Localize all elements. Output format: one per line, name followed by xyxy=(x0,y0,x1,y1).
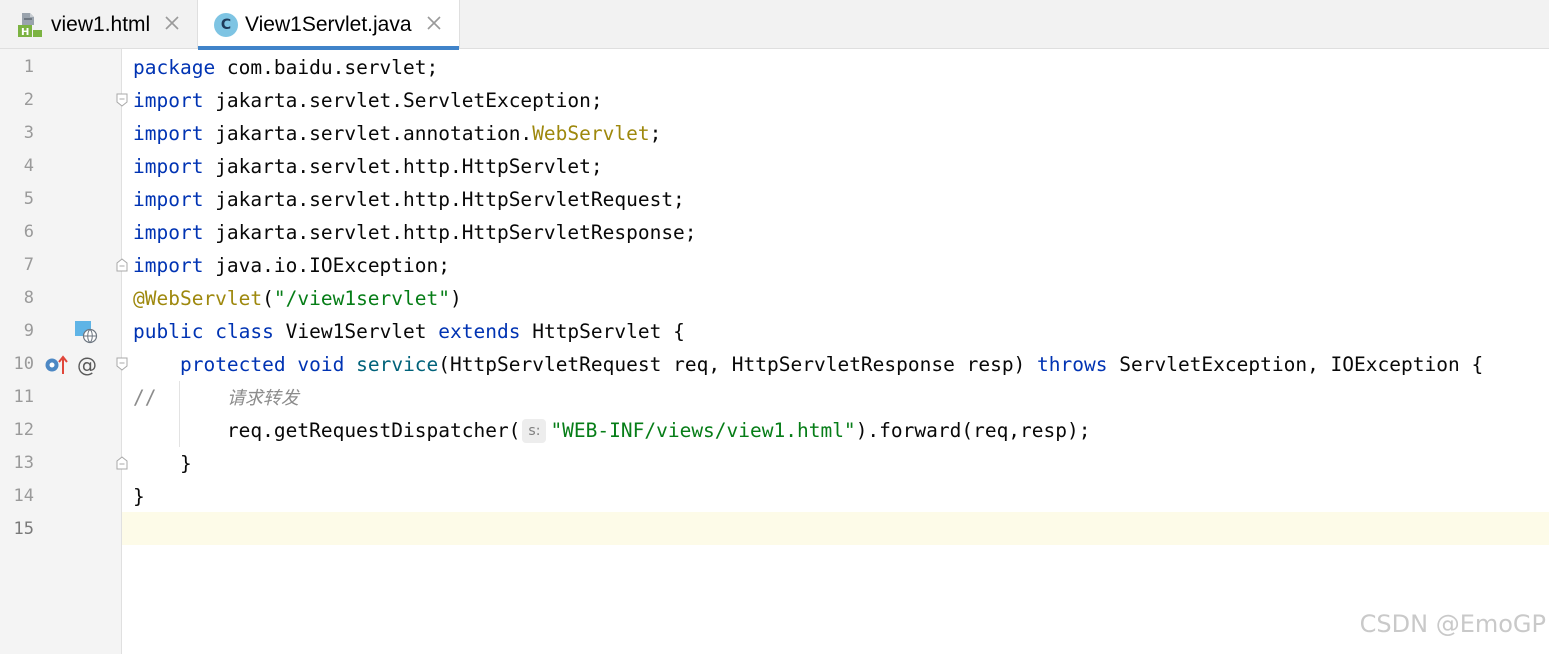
at-annotation-icon[interactable]: @ xyxy=(76,353,98,377)
code-line-3[interactable]: import jakarta.servlet.annotation.WebSer… xyxy=(133,117,661,150)
code-line-4[interactable]: import jakarta.servlet.http.HttpServlet; xyxy=(133,150,603,183)
code-line-6[interactable]: import jakarta.servlet.http.HttpServletR… xyxy=(133,216,697,249)
code-line-5[interactable]: import jakarta.servlet.http.HttpServletR… xyxy=(133,183,685,216)
editor-tab-bar: H view1.html C View1Servlet.java xyxy=(0,0,1549,50)
line-number: 13 xyxy=(13,453,34,473)
current-line-highlight xyxy=(122,512,1549,545)
code-line-10[interactable]: protected void service(HttpServletReques… xyxy=(133,348,1483,381)
html-file-icon: H xyxy=(16,11,44,39)
line-number: 7 xyxy=(23,255,34,275)
servlet-web-icon[interactable] xyxy=(74,320,98,344)
tab-label: View1Servlet.java xyxy=(245,12,412,36)
code-line-7[interactable]: import java.io.IOException; xyxy=(133,249,450,282)
override-method-icon[interactable] xyxy=(44,353,70,377)
code-line-9[interactable]: public class View1Servlet extends HttpSe… xyxy=(133,315,685,348)
line-number: 14 xyxy=(13,486,34,506)
code-line-11[interactable]: // 请求转发 xyxy=(133,381,299,414)
line-number: 6 xyxy=(23,222,34,242)
line-number-current: 15 xyxy=(13,519,34,539)
svg-text:H: H xyxy=(21,27,29,38)
code-line-14[interactable]: } xyxy=(133,480,145,513)
line-number: 1 xyxy=(23,57,34,77)
java-class-icon: C xyxy=(214,12,238,37)
editor-gutter[interactable]: 1 2 3 4 5 6 7 8 9 10 11 12 13 14 15 @ xyxy=(0,49,128,654)
line-number: 5 xyxy=(23,189,34,209)
line-number: 4 xyxy=(23,156,34,176)
code-editor[interactable]: package com.baidu.servlet; import jakart… xyxy=(122,49,1549,654)
tab-label: view1.html xyxy=(51,12,151,36)
close-icon[interactable] xyxy=(163,14,181,32)
code-line-8[interactable]: @WebServlet("/view1servlet") xyxy=(133,282,462,315)
code-line-2[interactable]: import jakarta.servlet.ServletException; xyxy=(133,84,603,117)
line-number: 2 xyxy=(23,90,34,110)
close-icon[interactable] xyxy=(425,14,443,32)
line-number: 11 xyxy=(13,387,34,407)
line-number: 10 xyxy=(13,354,34,374)
line-number: 9 xyxy=(23,321,34,341)
line-number: 12 xyxy=(13,420,34,440)
line-number: 8 xyxy=(23,288,34,308)
svg-text:@: @ xyxy=(77,353,97,377)
code-line-13[interactable]: } xyxy=(133,447,192,480)
watermark: CSDN @EmoGP xyxy=(1359,610,1546,638)
line-number: 3 xyxy=(23,123,34,143)
tab-view1servlet-java[interactable]: C View1Servlet.java xyxy=(197,0,460,50)
parameter-name-hint: s: xyxy=(522,419,547,443)
tab-view1-html[interactable]: H view1.html xyxy=(0,0,197,49)
code-line-1[interactable]: package com.baidu.servlet; xyxy=(133,51,438,84)
code-line-12[interactable]: req.getRequestDispatcher(s: "WEB-INF/view… xyxy=(133,414,1091,447)
